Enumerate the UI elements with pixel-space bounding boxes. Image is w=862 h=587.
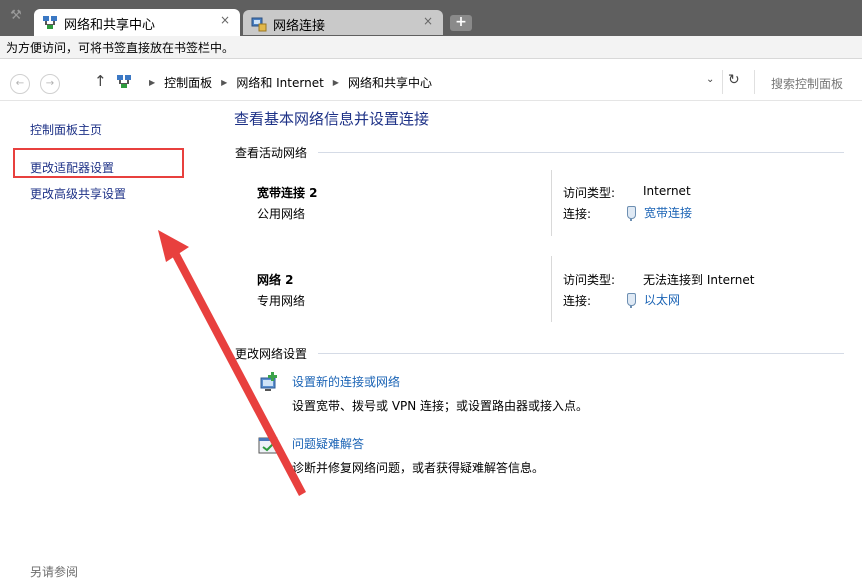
annotation-arrow-shaft	[171, 250, 306, 496]
annotation-arrow	[158, 230, 306, 496]
